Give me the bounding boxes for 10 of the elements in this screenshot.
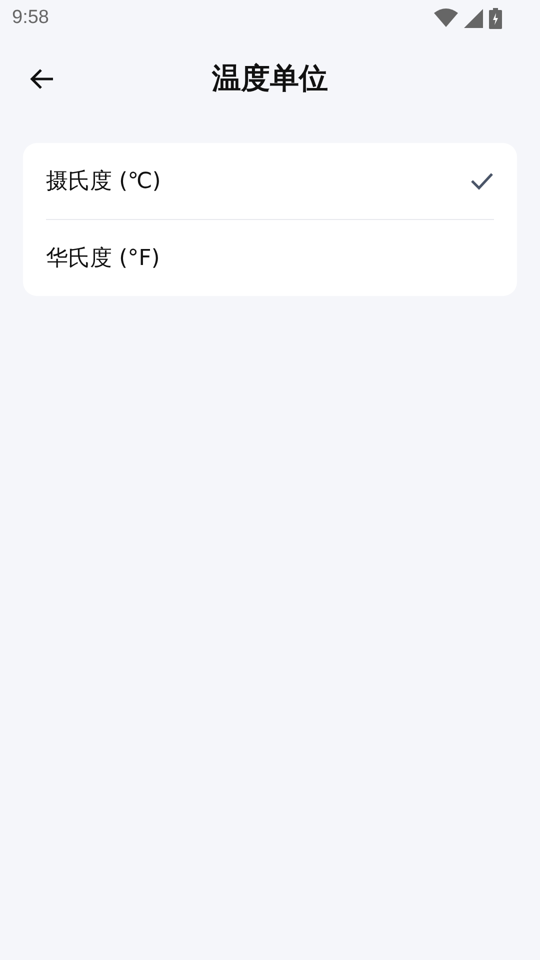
status-time: 9:58	[12, 7, 49, 29]
wifi-icon	[434, 8, 458, 28]
option-label: 摄氏度 (℃)	[46, 168, 161, 196]
battery-icon	[489, 8, 502, 28]
unit-option[interactable]: 华氏度 (°F)	[46, 220, 494, 296]
option-label: 华氏度 (°F)	[46, 245, 160, 273]
unit-option[interactable]: 摄氏度 (℃)	[46, 143, 494, 220]
back-arrow-icon	[29, 68, 55, 90]
page-title: 温度单位	[212, 60, 328, 97]
signal-icon	[464, 8, 483, 28]
